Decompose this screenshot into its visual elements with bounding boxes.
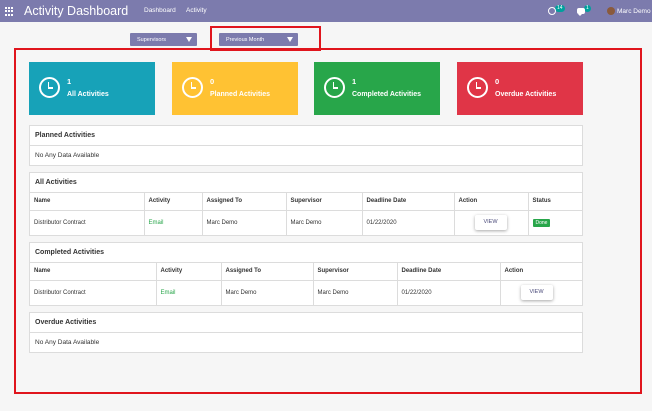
cell-activity[interactable]: Email [156, 280, 222, 305]
view-button[interactable]: VIEW [520, 285, 553, 301]
menu-activity[interactable]: Activity [186, 7, 207, 14]
col-assigned-to: Assigned To [202, 193, 287, 211]
planned-activities-panel: Planned Activities No Any Data Available [29, 125, 583, 166]
card-all-activities[interactable]: 1 All Activities [29, 62, 155, 115]
table-row: Distributor Contract Email Marc Demo Mar… [30, 280, 582, 305]
cell-name: Distributor Contract [30, 280, 157, 305]
clock-icon [324, 77, 345, 98]
col-activity: Activity [156, 263, 222, 281]
apps-menu-icon[interactable] [5, 7, 14, 16]
top-navbar: Activity Dashboard Dashboard Activity 14… [0, 0, 652, 22]
col-deadline: Deadline Date [362, 193, 455, 211]
clock-icon [548, 7, 556, 15]
cell-assigned-to: Marc Demo [202, 210, 287, 235]
message-count-badge: 1 [584, 4, 591, 12]
all-activities-panel: All Activities Name Activity Assigned To… [29, 172, 583, 236]
col-name: Name [30, 263, 157, 281]
card-planned-activities[interactable]: 0 Planned Activities [172, 62, 298, 115]
supervisor-filter-dropdown[interactable]: Supervisors [130, 33, 197, 46]
table-row: Distributor Contract Email Marc Demo Mar… [30, 210, 582, 235]
card-label: All Activities [67, 91, 109, 98]
avatar [607, 7, 615, 15]
card-overdue-activities[interactable]: 0 Overdue Activities [457, 62, 583, 115]
cell-activity[interactable]: Email [144, 210, 203, 235]
cell-assigned-to: Marc Demo [221, 280, 314, 305]
user-name: Marc Demo [617, 7, 651, 15]
empty-message: No Any Data Available [35, 339, 100, 346]
menu-dashboard[interactable]: Dashboard [144, 7, 176, 14]
cell-action: VIEW [454, 210, 529, 235]
supervisor-filter-label: Supervisors [137, 36, 167, 43]
completed-activities-table: Name Activity Assigned To Supervisor Dea… [30, 263, 582, 305]
cell-status: Done [528, 210, 582, 235]
col-supervisor: Supervisor [286, 193, 363, 211]
completed-activities-panel: Completed Activities Name Activity Assig… [29, 242, 583, 306]
activity-count-badge: 14 [555, 4, 565, 12]
messaging-systray[interactable]: 1 [577, 4, 591, 17]
panel-title: Completed Activities [30, 243, 582, 263]
user-menu[interactable]: Marc Demo [607, 5, 651, 17]
card-count: 0 [210, 77, 215, 86]
card-completed-activities[interactable]: 1 Completed Activities [314, 62, 440, 115]
activity-type-link[interactable]: Email [161, 290, 176, 296]
panel-title: Overdue Activities [30, 313, 582, 333]
view-button[interactable]: VIEW [474, 215, 507, 231]
cell-deadline: 01/22/2020 [397, 280, 501, 305]
card-label: Completed Activities [352, 91, 421, 98]
empty-message: No Any Data Available [35, 152, 100, 159]
status-badge: Done [532, 218, 551, 227]
caret-down-icon [186, 37, 192, 42]
panel-title: Planned Activities [30, 126, 582, 146]
clock-icon [467, 77, 488, 98]
col-activity: Activity [144, 193, 203, 211]
table-header-row: Name Activity Assigned To Supervisor Dea… [30, 263, 582, 281]
panel-title: All Activities [30, 173, 582, 193]
card-count: 1 [352, 77, 357, 86]
card-count: 1 [67, 77, 72, 86]
cell-deadline: 01/22/2020 [362, 210, 455, 235]
col-name: Name [30, 193, 145, 211]
app-title: Activity Dashboard [24, 4, 129, 18]
table-header-row: Name Activity Assigned To Supervisor Dea… [30, 193, 582, 211]
activity-systray[interactable]: 14 [548, 4, 565, 17]
col-status: Status [528, 193, 582, 211]
clock-icon [182, 77, 203, 98]
activity-type-link[interactable]: Email [149, 220, 164, 226]
overdue-activities-panel: Overdue Activities No Any Data Available [29, 312, 583, 353]
cell-supervisor: Marc Demo [286, 210, 363, 235]
chat-icon [577, 8, 585, 16]
card-label: Planned Activities [210, 91, 271, 98]
card-count: 0 [495, 77, 500, 86]
cell-supervisor: Marc Demo [313, 280, 398, 305]
col-action: Action [500, 263, 582, 281]
col-deadline: Deadline Date [397, 263, 501, 281]
col-assigned-to: Assigned To [221, 263, 314, 281]
col-action: Action [454, 193, 529, 211]
col-supervisor: Supervisor [313, 263, 398, 281]
cell-name: Distributor Contract [30, 210, 145, 235]
clock-icon [39, 77, 60, 98]
all-activities-table: Name Activity Assigned To Supervisor Dea… [30, 193, 582, 235]
card-label: Overdue Activities [495, 91, 557, 98]
cell-action: VIEW [500, 280, 582, 305]
